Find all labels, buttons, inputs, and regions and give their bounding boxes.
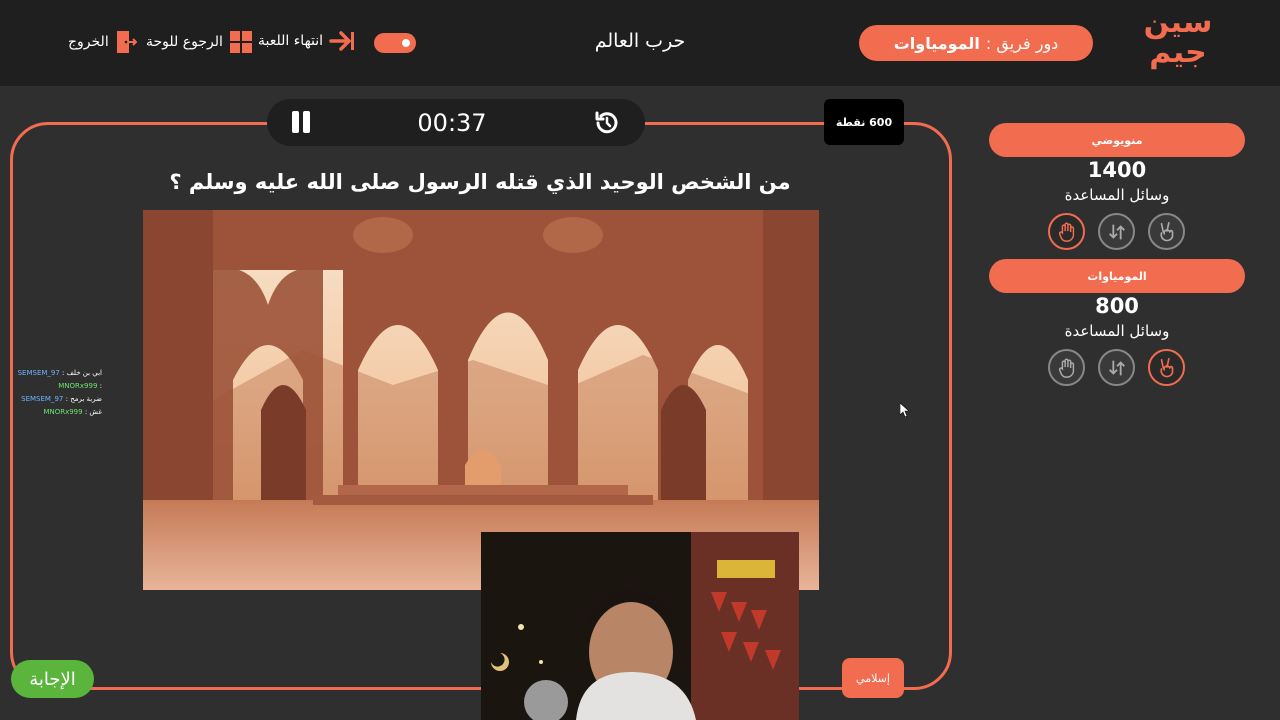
team-2-score: 800	[1095, 294, 1139, 318]
chat-username: MNORx999	[58, 382, 98, 390]
game-title: حرب العالم	[594, 30, 686, 52]
hand-icon	[1058, 222, 1074, 242]
question-text: من الشخص الوحيد الذي قتله الرسول صلى الل…	[169, 170, 791, 194]
chat-message: : MNORx999	[58, 382, 102, 390]
end-game-button[interactable]: انتهاء اللعبة	[258, 30, 355, 52]
back-to-board-button[interactable]: الرجوع للوحة	[146, 30, 253, 54]
chat-username: MNORx999	[43, 408, 83, 416]
team-2-peace-aid[interactable]	[1148, 349, 1185, 386]
end-game-label: انتهاء اللعبة	[258, 33, 324, 49]
swap-icon	[1108, 224, 1125, 239]
toggle-knob	[399, 36, 413, 50]
points-badge: 600 نقطة	[824, 99, 904, 145]
back-to-board-label: الرجوع للوحة	[146, 34, 223, 50]
team-2-name: المومياوات	[989, 259, 1245, 293]
chat-message-text: ابي بن خلف	[66, 369, 102, 377]
team-1-swap-aid[interactable]	[1098, 213, 1135, 250]
team-2-aids-label: وسائل المساعدة	[1064, 322, 1170, 340]
webcam-overlay	[481, 532, 799, 720]
top-bar: سين جيم دور فريق : المومياوات حرب العالم…	[0, 0, 1280, 86]
grid-icon	[229, 31, 252, 53]
peace-icon	[1159, 357, 1173, 377]
team-1-score: 1400	[1087, 158, 1147, 182]
streamer-webcam-image	[481, 532, 799, 720]
mouse-cursor-icon	[900, 403, 910, 417]
arrow-right-icon	[329, 31, 355, 51]
answer-button[interactable]: الإجابة	[11, 660, 94, 698]
turn-indicator: دور فريق : المومياوات	[859, 25, 1093, 61]
chat-username: SEMSEM_97	[17, 369, 60, 377]
logo: سين جيم	[1138, 8, 1218, 76]
timer-value: 00:37	[417, 109, 487, 137]
logo-line-1: سين	[1143, 5, 1213, 40]
exit-door-icon	[116, 31, 137, 53]
chat-overlay: ابي بن خلف : SEMSEM_97 : MNORx999 ضربة ب…	[2, 367, 102, 419]
category-tag: إسلامي	[842, 658, 904, 698]
turn-team-name: المومياوات	[893, 33, 980, 53]
chat-message-text: ضربة برمح	[70, 395, 102, 403]
chat-message: غش : MNORx999	[43, 408, 102, 416]
settings-toggle[interactable]	[374, 33, 416, 53]
logo-line-2: جيم	[1149, 35, 1207, 70]
chat-message: ابي بن خلف : SEMSEM_97	[17, 369, 102, 377]
pause-icon[interactable]	[289, 110, 313, 134]
exit-button[interactable]: الخروج	[68, 30, 137, 54]
team-1-peace-aid[interactable]	[1148, 213, 1185, 250]
timer-bar: 00:37	[267, 99, 645, 146]
team-1-name: منويوضي	[989, 123, 1245, 157]
chat-message: ضربة برمح : SEMSEM_97	[21, 395, 102, 403]
reset-timer-icon[interactable]	[593, 109, 621, 137]
turn-prefix: دور فريق :	[985, 33, 1059, 53]
team-1-hand-aid[interactable]	[1048, 213, 1085, 250]
exit-label: الخروج	[68, 34, 109, 50]
team-2-swap-aid[interactable]	[1098, 349, 1135, 386]
peace-icon	[1159, 221, 1173, 241]
chat-username: SEMSEM_97	[21, 395, 64, 403]
team-1-aids-label: وسائل المساعدة	[1064, 186, 1170, 204]
chat-message-text: غش	[89, 408, 102, 416]
swap-icon	[1108, 360, 1125, 375]
hand-icon	[1058, 358, 1074, 378]
team-2-hand-aid[interactable]	[1048, 349, 1085, 386]
